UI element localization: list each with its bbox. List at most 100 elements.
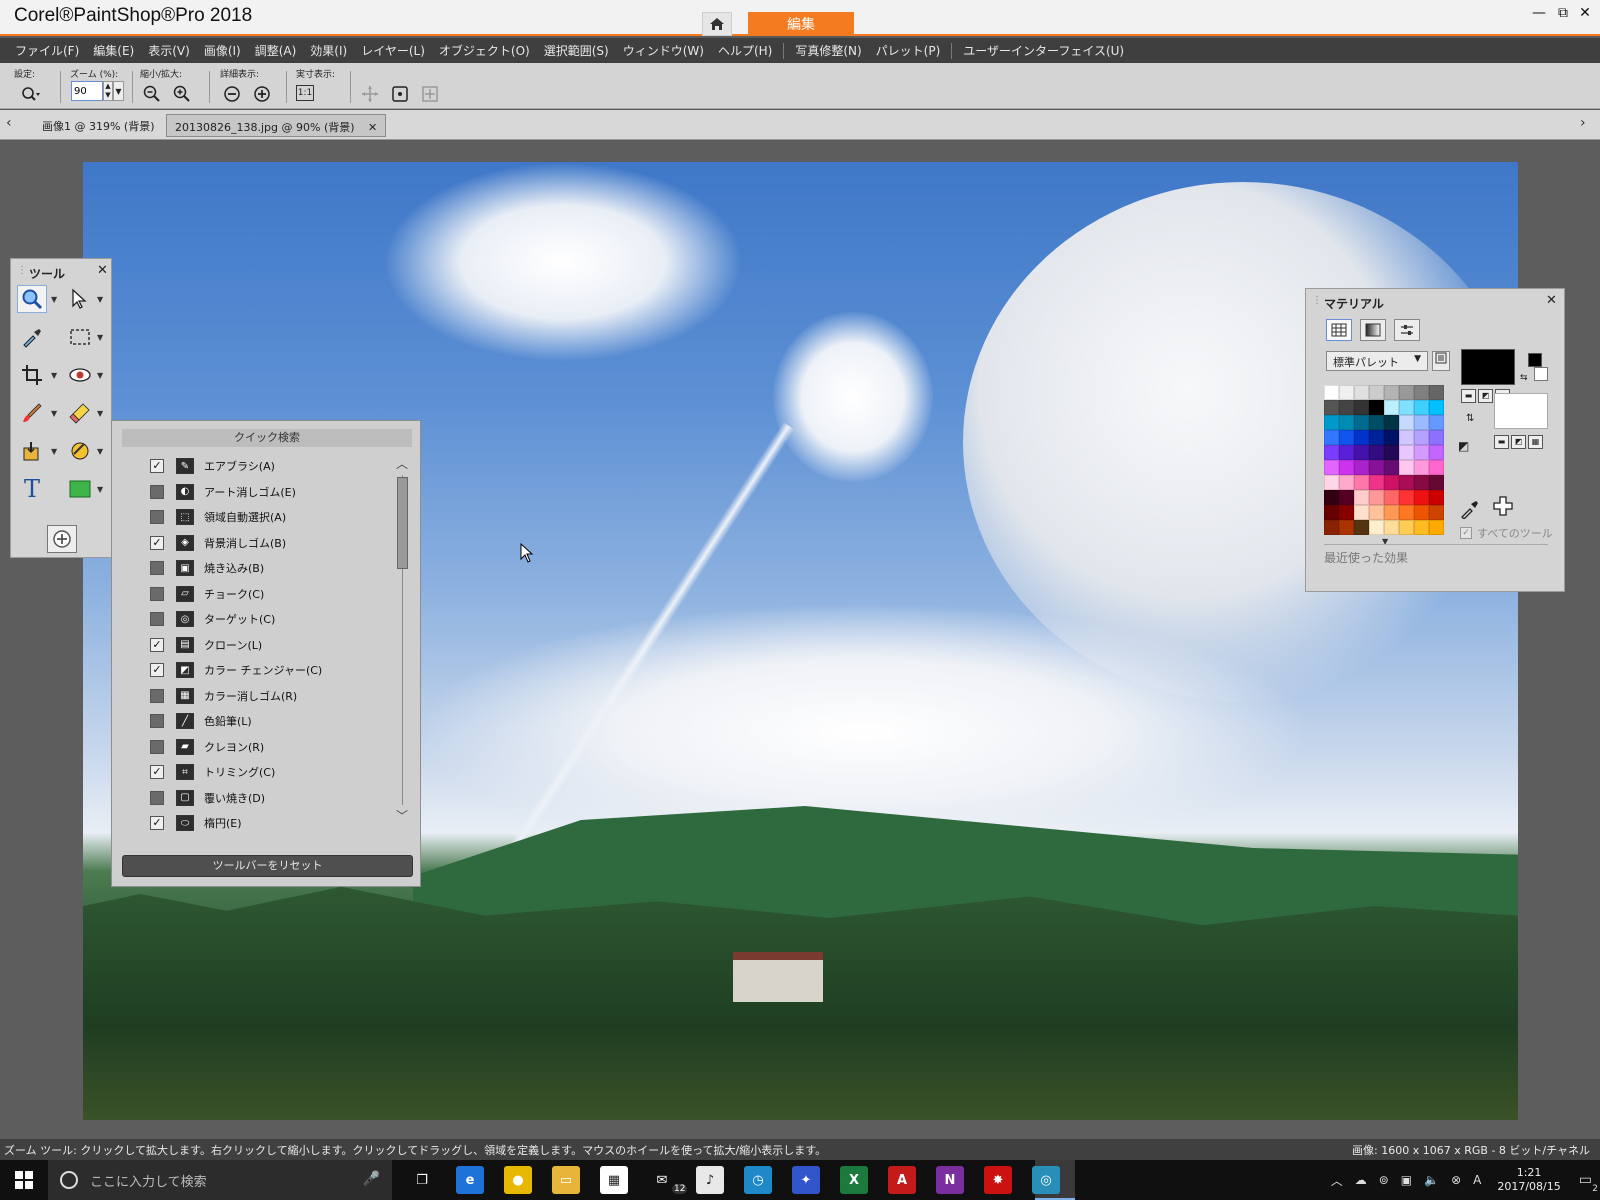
color-swatch[interactable] [1399, 400, 1414, 415]
color-swatch[interactable] [1339, 430, 1354, 445]
menu-adjust[interactable]: 調整(A) [248, 42, 304, 59]
quick-search-item-checkbox[interactable]: ✓ [150, 459, 164, 473]
color-swatch[interactable] [1384, 445, 1399, 460]
taskbar-clock[interactable]: 1:21 2017/08/15 [1497, 1166, 1560, 1194]
color-swatch[interactable] [1324, 445, 1339, 460]
quick-search-item[interactable]: ◐ アート消しゴム(E) [150, 481, 296, 503]
quick-search-item[interactable]: ▢ 覆い焼き(D) [150, 787, 265, 809]
menu-window[interactable]: ウィンドウ(W) [616, 42, 711, 59]
tab-swatches[interactable] [1326, 319, 1352, 341]
quick-search-scrollbar[interactable]: ︿ ﹀ [394, 455, 410, 827]
color-swatch[interactable] [1429, 460, 1444, 475]
edit-workspace-tab[interactable]: 編集 [748, 12, 854, 36]
paint-brush-dropdown-icon[interactable]: ▼ [51, 409, 57, 418]
color-swatch[interactable] [1429, 445, 1444, 460]
color-swatch[interactable] [1369, 505, 1384, 520]
panel-grip-icon[interactable]: ⋮ [17, 265, 27, 276]
all-tools-option[interactable]: ✓ すべてのツール [1460, 525, 1553, 541]
color-swatch[interactable] [1384, 400, 1399, 415]
quick-search-item[interactable]: ▰ クレヨン(R) [150, 736, 264, 758]
color-swatch[interactable] [1399, 415, 1414, 430]
color-swatch[interactable] [1399, 430, 1414, 445]
reset-toolbar-button[interactable]: ツールバーをリセット [122, 855, 413, 877]
flood-fill-dropdown-icon[interactable]: ▼ [51, 447, 57, 456]
color-swatch[interactable] [1324, 460, 1339, 475]
quick-search-item-checkbox[interactable]: ✓ [150, 535, 164, 550]
taskbar-app-app-color-icon[interactable]: ✦ [792, 1166, 820, 1194]
color-swatch[interactable] [1429, 490, 1444, 505]
chevron-up-icon[interactable]: ︿ [1331, 1172, 1343, 1189]
color-swatch[interactable] [1399, 445, 1414, 460]
red-eye-tool-dropdown-icon[interactable]: ▼ [97, 371, 103, 380]
text-tool[interactable]: T [17, 475, 47, 503]
color-swatch[interactable] [1354, 430, 1369, 445]
tools-panel-close-icon[interactable]: ✕ [97, 263, 108, 278]
red-eye-tool[interactable] [65, 361, 95, 389]
menu-user-interface[interactable]: ユーザーインターフェイス(U) [956, 42, 1131, 59]
color-swatch[interactable] [1354, 400, 1369, 415]
shape-tool-dropdown-icon[interactable]: ▼ [97, 485, 103, 494]
color-swatch[interactable] [1414, 505, 1429, 520]
quick-search-item-checkbox[interactable] [150, 790, 164, 805]
quick-search-item[interactable]: ✓ ◈ 背景消しゴム(B) [150, 532, 286, 554]
foreground-solid-mode[interactable]: ▬ [1461, 389, 1476, 403]
palette-options-button[interactable] [1432, 351, 1450, 371]
color-swatch[interactable] [1414, 400, 1429, 415]
quick-search-item[interactable]: ▣ 焼き込み(B) [150, 557, 264, 579]
color-swatch[interactable] [1369, 430, 1384, 445]
color-swatch[interactable] [1399, 520, 1414, 535]
start-button[interactable] [0, 1160, 48, 1200]
color-swatch[interactable] [1369, 460, 1384, 475]
quick-search-item-checkbox[interactable] [150, 612, 164, 626]
menu-effects[interactable]: 効果(I) [303, 42, 354, 59]
scroll-thumb[interactable] [397, 477, 408, 569]
color-swatch[interactable] [1354, 475, 1369, 490]
notification-center-icon[interactable]: ▭ 2 [1579, 1172, 1598, 1194]
taskbar-app-excel-icon[interactable]: X [840, 1166, 868, 1194]
quick-search-item[interactable]: ✓ ⌗ トリミング(C) [150, 761, 275, 783]
color-swatch[interactable] [1369, 415, 1384, 430]
taskbar-app-onenote-icon[interactable]: N [936, 1166, 964, 1194]
detail-less-button[interactable] [220, 83, 244, 105]
background-color-swatch[interactable] [1494, 393, 1548, 429]
menu-selections[interactable]: 選択範囲(S) [537, 42, 616, 59]
quick-search-item[interactable]: ▱ チョーク(C) [150, 583, 264, 605]
network-link-icon[interactable]: ⊚ [1379, 1173, 1389, 1187]
volume-icon[interactable]: 🔈 [1424, 1173, 1439, 1187]
quick-search-item[interactable]: ⬚ 領域自動選択(A) [150, 506, 286, 528]
color-swatch[interactable] [1324, 505, 1339, 520]
zoom-out-button[interactable] [140, 83, 164, 105]
color-swatch[interactable] [1369, 490, 1384, 505]
color-swatch[interactable] [1354, 490, 1369, 505]
taskbar-app-app-red-icon[interactable]: ✸ [984, 1166, 1012, 1194]
color-swatch[interactable] [1339, 415, 1354, 430]
shape-tool[interactable] [65, 475, 95, 503]
selection-tool-dropdown-icon[interactable]: ▼ [97, 333, 103, 342]
color-swatch[interactable] [1369, 400, 1384, 415]
color-swatch[interactable] [1324, 475, 1339, 490]
fit-screen-button[interactable] [418, 83, 442, 105]
color-swatch[interactable] [1324, 490, 1339, 505]
color-swatch[interactable] [1429, 520, 1444, 535]
taskbar-app-acrobat-icon[interactable]: A [888, 1166, 916, 1194]
quick-search-item-checkbox[interactable] [150, 586, 164, 601]
onedrive-icon[interactable]: ☁ [1355, 1173, 1367, 1187]
color-swatch[interactable] [1384, 385, 1399, 400]
preset-zoom-button[interactable] [18, 83, 42, 105]
color-swatch[interactable] [1354, 460, 1369, 475]
panel-grip-icon[interactable]: ⋮ [1312, 295, 1322, 306]
pick-tool-dropdown-icon[interactable]: ▼ [97, 295, 103, 304]
flood-fill-tool[interactable] [17, 437, 47, 465]
zoom-in-button[interactable] [170, 83, 194, 105]
eraser-tool-dropdown-icon[interactable]: ▼ [97, 409, 103, 418]
menu-photo-retouch[interactable]: 写真修整(N) [788, 42, 868, 59]
taskbar-app-itunes-icon[interactable]: ♪ [696, 1166, 724, 1194]
background-gradient-mode[interactable]: ◩ [1511, 435, 1526, 449]
menu-palettes[interactable]: パレット(P) [869, 42, 948, 59]
taskbar-app-app-blue-icon[interactable]: ◷ [744, 1166, 772, 1194]
palette-select[interactable]: 標準パレット ▼ [1326, 351, 1428, 371]
color-swatch[interactable] [1429, 400, 1444, 415]
color-swatch[interactable] [1339, 520, 1354, 535]
color-swatch[interactable] [1324, 415, 1339, 430]
quick-search-item[interactable]: ✓ ✎ エアブラシ(A) [150, 455, 275, 477]
